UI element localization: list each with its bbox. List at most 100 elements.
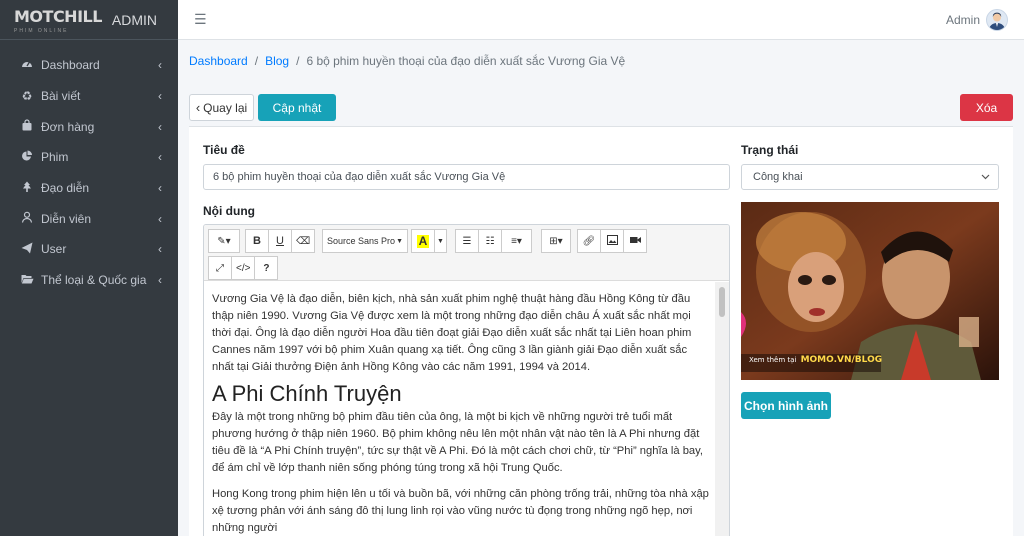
thumbnail-illustration xyxy=(741,202,999,380)
user-menu[interactable]: Admin xyxy=(946,8,1008,31)
paragraph-group: ☰ ☷ ≡▾ xyxy=(455,229,532,253)
choose-image-button[interactable]: Chọn hình ảnh xyxy=(741,392,831,419)
style-group: ✎▾ xyxy=(208,229,240,253)
sidebar-item-label: Phim xyxy=(41,150,69,165)
sidebar-nav: Dashboard ‹ ♻ Bài viết ‹ Đơn hàng ‹ Phim… xyxy=(0,40,178,296)
question-icon: ? xyxy=(263,262,270,274)
ordered-list-button[interactable]: ☷ xyxy=(478,229,502,253)
hamburger-menu-icon[interactable]: ☰ xyxy=(194,11,207,28)
paper-plane-icon xyxy=(20,242,34,257)
sidebar-item-dien-vien[interactable]: Diễn viên ‹ xyxy=(0,203,178,234)
code-icon: </> xyxy=(236,262,251,274)
shopping-bag-icon xyxy=(20,119,34,134)
breadcrumb-blog[interactable]: Blog xyxy=(265,54,289,68)
chevron-left-icon: ‹ xyxy=(158,273,162,288)
unordered-list-button[interactable]: ☰ xyxy=(455,229,479,253)
sidebar-item-don-hang[interactable]: Đơn hàng ‹ xyxy=(0,111,178,142)
breadcrumb-separator: / xyxy=(296,54,300,68)
caret-down-icon: ▼ xyxy=(396,237,403,245)
back-button[interactable]: ‹ Quay lại xyxy=(189,94,254,121)
logo-subtext: PHIM ONLINE xyxy=(14,27,69,34)
sidebar-item-phim[interactable]: Phim ‹ xyxy=(0,142,178,173)
chevron-left-icon: ‹ xyxy=(158,211,162,226)
link-icon: 🔗︎ xyxy=(582,235,596,247)
list-ol-icon: ☷ xyxy=(485,235,495,247)
update-button[interactable]: Cập nhật xyxy=(258,94,336,121)
avatar xyxy=(986,8,1008,31)
breadcrumb-dashboard[interactable]: Dashboard xyxy=(189,54,248,68)
sidebar-item-the-loai-quoc-gia[interactable]: Thể loại & Quốc gia ‹ xyxy=(0,265,178,296)
editor-toolbar: ✎▾ B U ⌫ Source Sans Pro ▼ A ▼ ☰ ☷ ≡▾ ⊞▾… xyxy=(204,225,729,281)
chevron-left-icon: ‹ xyxy=(158,150,162,165)
caret-down-icon: ▼ xyxy=(437,237,444,245)
link-button[interactable]: 🔗︎ xyxy=(577,229,601,253)
title-input[interactable]: 6 bộ phim huyền thoại của đạo diễn xuất … xyxy=(203,164,730,190)
list-ul-icon: ☰ xyxy=(462,235,472,247)
video-button[interactable] xyxy=(623,229,647,253)
font-name-group: Source Sans Pro ▼ xyxy=(322,229,408,253)
chevron-left-icon: ‹ xyxy=(158,58,162,73)
sidebar-item-dao-dien[interactable]: Đạo diễn ‹ xyxy=(0,173,178,204)
code-view-button[interactable]: </> xyxy=(231,256,256,280)
status-label: Trạng thái xyxy=(741,143,799,157)
tree-icon xyxy=(20,181,34,196)
bold-icon: B xyxy=(253,235,261,247)
magic-style-button[interactable]: ✎▾ xyxy=(208,229,240,253)
pie-chart-icon xyxy=(20,150,34,165)
rich-text-editor: ✎▾ B U ⌫ Source Sans Pro ▼ A ▼ ☰ ☷ ≡▾ ⊞▾… xyxy=(203,224,730,536)
picture-icon xyxy=(606,234,618,248)
chevron-left-icon: ‹ xyxy=(158,89,162,104)
chevron-left-icon: ‹ xyxy=(158,181,162,196)
sidebar-item-bai-viet[interactable]: ♻ Bài viết ‹ xyxy=(0,81,178,112)
brand-app-label: ADMIN xyxy=(111,11,158,28)
picture-button[interactable] xyxy=(600,229,624,253)
sidebar-item-dashboard[interactable]: Dashboard ‹ xyxy=(0,50,178,81)
status-select[interactable]: Công khai xyxy=(741,164,999,190)
color-dropdown-button[interactable]: ▼ xyxy=(434,229,447,253)
topbar: ☰ Admin xyxy=(178,0,1024,40)
font-style-group: B U ⌫ xyxy=(245,229,316,253)
underline-icon: U xyxy=(276,235,284,247)
chevron-left-icon: ‹ xyxy=(195,100,201,115)
user-icon xyxy=(20,211,34,226)
color-group: A ▼ xyxy=(411,229,447,253)
help-button[interactable]: ? xyxy=(254,256,279,280)
back-button-label: Quay lại xyxy=(203,100,248,115)
tachometer-icon xyxy=(20,58,34,73)
content-paragraph: Hong Kong trong phim hiện lên u tối và b… xyxy=(212,488,709,534)
content-paragraph: Đây là một trong những bộ phim đầu tiên … xyxy=(212,411,704,474)
content-label: Nội dung xyxy=(203,204,255,218)
sidebar-item-label: User xyxy=(41,242,67,257)
font-name-value: Source Sans Pro xyxy=(327,236,396,246)
sidebar-item-label: Dashboard xyxy=(41,58,100,73)
chevron-left-icon: ‹ xyxy=(158,119,162,134)
clear-format-button[interactable]: ⌫ xyxy=(291,229,316,253)
fullscreen-button[interactable]: ⤢ xyxy=(208,256,232,280)
brand[interactable]: MOTCHILL PHIM ONLINE ADMIN xyxy=(0,0,178,40)
table-group: ⊞▾ xyxy=(541,229,571,253)
thumbnail-caption: Xem thêm tại MOMO.VN/BLOG xyxy=(749,355,882,365)
editor-content[interactable]: Vương Gia Vệ là đạo diễn, biên kịch, nhà… xyxy=(204,282,717,536)
breadcrumb-separator: / xyxy=(254,54,259,68)
bold-button[interactable]: B xyxy=(245,229,269,253)
eraser-icon: ⌫ xyxy=(296,235,311,247)
delete-button[interactable]: Xóa xyxy=(960,94,1013,121)
underline-button[interactable]: U xyxy=(268,229,292,253)
insert-group: 🔗︎ xyxy=(577,229,647,253)
paragraph-align-button[interactable]: ≡▾ xyxy=(501,229,532,253)
misc-group: ⤢ </> ? xyxy=(208,256,279,280)
chevron-left-icon: ‹ xyxy=(158,242,162,257)
logo-text: MOTCHILL xyxy=(14,6,102,26)
font-name-dropdown[interactable]: Source Sans Pro ▼ xyxy=(322,229,408,253)
editor-scrollbar-thumb[interactable] xyxy=(719,287,725,317)
sidebar: MOTCHILL PHIM ONLINE ADMIN Dashboard ‹ ♻… xyxy=(0,0,178,536)
sidebar-item-user[interactable]: User ‹ xyxy=(0,234,178,265)
editor-scrollbar[interactable] xyxy=(715,282,729,536)
text-color-button[interactable]: A xyxy=(411,229,435,253)
magic-wand-icon: ✎▾ xyxy=(217,235,231,247)
status-select-value: Công khai xyxy=(753,171,803,183)
recycle-icon: ♻ xyxy=(21,89,33,104)
blog-thumbnail-image: Xem thêm tại MOMO.VN/BLOG xyxy=(741,202,999,380)
thumbnail-caption-prefix: Xem thêm tại xyxy=(749,356,797,364)
table-button[interactable]: ⊞▾ xyxy=(541,229,571,253)
